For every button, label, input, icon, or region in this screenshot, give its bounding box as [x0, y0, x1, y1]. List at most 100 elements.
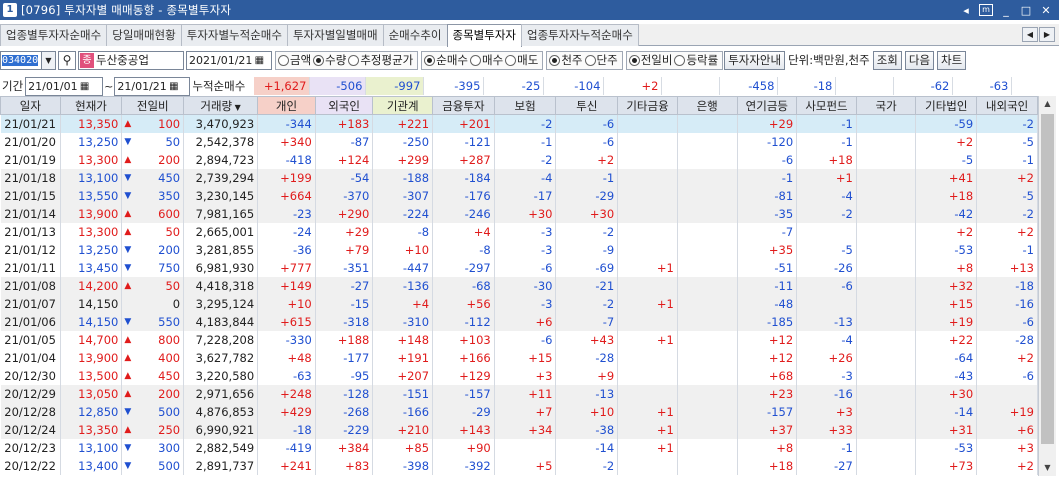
- buy-sell-radio-group: 순매수 매수 매도: [421, 50, 544, 70]
- vertical-scrollbar[interactable]: ▲ ▼: [1038, 96, 1056, 476]
- table-cell: [617, 222, 678, 241]
- from-date-input[interactable]: 21/01/01 ▦: [25, 76, 104, 96]
- table-cell: [617, 204, 678, 223]
- scroll-up-icon[interactable]: ▲: [1039, 96, 1056, 112]
- table-row[interactable]: 21/01/13 13,300 ▲ 50 2,665,001 -24 +29 -8 +4 -3 -2…: [0, 222, 1038, 241]
- investor-table[interactable]: 일자 현재가 전일비 거래량 ▼ 개인 외국인 기관계 금융투자 보험 투신 기타금융 은행 연기금등 사…: [0, 96, 1038, 476]
- code-dropdown-icon[interactable]: ▼: [42, 50, 56, 70]
- stock-code-input[interactable]: 034020: [0, 50, 42, 70]
- table-row[interactable]: 21/01/15 13,550 ▼ 350 3,230,145 +664 -370 -307-…: [0, 186, 1038, 205]
- column-header[interactable]: 사모펀드: [796, 96, 857, 115]
- up-arrow-icon: ▲: [124, 118, 132, 129]
- column-header[interactable]: 은행: [676, 96, 738, 115]
- date-input[interactable]: 2021/01/21 ▦: [186, 50, 272, 70]
- radio-buy_sell-0[interactable]: 순매수: [424, 52, 468, 68]
- table-row[interactable]: 20/12/29 13,050 ▲ 200 2,971,656 +248 -128 -151-…: [0, 384, 1038, 403]
- tab-prev-icon[interactable]: ◀: [1022, 27, 1038, 42]
- table-row[interactable]: 21/01/04 13,900 ▲ 400 3,627,782 +48 -177 +191 +1…: [0, 348, 1038, 367]
- scroll-down-icon[interactable]: ▼: [1039, 460, 1056, 476]
- column-header[interactable]: 금융투자: [432, 96, 495, 115]
- minimize-icon[interactable]: _: [999, 4, 1013, 17]
- table-row[interactable]: 20/12/28 12,850 ▼ 500 4,876,853 +429 -268 -166-…: [0, 402, 1038, 421]
- tab-0[interactable]: 업종별투자자순매수: [0, 24, 108, 46]
- column-header[interactable]: 외국인: [314, 96, 374, 115]
- table-row[interactable]: 20/12/24 13,350 ▲ 250 6,990,921 -18 -229 +210 +1…: [0, 420, 1038, 439]
- column-header[interactable]: 보험: [493, 96, 557, 115]
- tab-5[interactable]: 종목별투자자: [446, 24, 522, 47]
- table-row[interactable]: 21/01/20 13,250 ▼ 50 2,542,378 +340 -87 -250 -12…: [0, 132, 1038, 151]
- sort-dropdown-icon[interactable]: ▼: [232, 103, 241, 112]
- table-row[interactable]: 20/12/23 13,100 ▼ 300 2,882,549 -419 +384 +85 +9…: [0, 438, 1038, 457]
- table-cell: 3,230,145: [183, 186, 259, 205]
- table-row[interactable]: 21/01/21 13,350 ▲ 100 3,470,923 -344 +183 +221 +…: [0, 114, 1038, 133]
- column-header[interactable]: 기타금융: [617, 96, 678, 115]
- column-header[interactable]: 현재가: [59, 96, 123, 115]
- table-row[interactable]: 21/01/18 13,100 ▼ 450 2,739,294 +199 -54 -188 -1…: [0, 168, 1038, 187]
- table-cell: [617, 168, 678, 187]
- table-cell: 13,900: [60, 204, 123, 223]
- table-cell: [856, 132, 917, 151]
- radio-amt_qty-2[interactable]: 추정평균가: [348, 52, 413, 68]
- table-row[interactable]: 21/01/06 14,150 ▼ 550 4,183,844 +615 -318 -310-…: [0, 312, 1038, 331]
- tab-4[interactable]: 순매수추이: [382, 24, 448, 46]
- tab-6[interactable]: 업종투자자누적순매수: [520, 24, 639, 46]
- change-cell: ▲ 400: [121, 348, 185, 367]
- search-icon[interactable]: ⚲: [58, 50, 76, 70]
- table-row[interactable]: 21/01/14 13,900 ▲ 600 7,981,165 -23 +290 -224 -2…: [0, 204, 1038, 223]
- next-button[interactable]: 다음: [904, 50, 935, 70]
- column-header[interactable]: 기관계: [372, 96, 434, 115]
- radio-unit_opt-1[interactable]: 단주: [584, 52, 618, 68]
- table-row[interactable]: 21/01/07 14,150 0 3,295,124 +10 -15 +4 +56 -3 -2 +…: [0, 294, 1038, 313]
- stock-name-field[interactable]: 종 두산중공업: [78, 50, 184, 70]
- prev-window-icon[interactable]: ◂: [959, 4, 973, 17]
- menu-icon[interactable]: m: [979, 4, 993, 16]
- scroll-thumb[interactable]: [1041, 114, 1054, 444]
- column-header[interactable]: 기타법인: [915, 96, 978, 115]
- table-row[interactable]: 21/01/11 13,450 ▼ 750 6,981,930 +777 -351 -447-…: [0, 258, 1038, 277]
- maximize-icon[interactable]: □: [1019, 4, 1033, 17]
- table-row[interactable]: 21/01/19 13,300 ▲ 200 2,894,723 -418 +124 +299 +…: [0, 150, 1038, 169]
- tab-next-icon[interactable]: ▶: [1039, 27, 1055, 42]
- calendar-icon[interactable]: ▦: [78, 78, 92, 95]
- chart-button[interactable]: 차트: [937, 50, 967, 70]
- calendar-icon[interactable]: ▦: [167, 78, 181, 95]
- column-header[interactable]: 일자: [0, 96, 61, 115]
- tab-1[interactable]: 당일매매현황: [106, 24, 182, 46]
- up-arrow-icon: ▲: [124, 424, 132, 435]
- radio-unit_opt-0[interactable]: 천주: [549, 52, 583, 68]
- table-cell: [617, 150, 678, 169]
- radio-cmp_opt-1[interactable]: 등락률: [674, 52, 718, 68]
- radio-amt_qty-0[interactable]: 금액: [278, 52, 311, 68]
- radio-cmp_opt-0[interactable]: 전일비: [628, 52, 672, 68]
- table-cell: -1: [976, 150, 1038, 169]
- column-header[interactable]: 전일비: [121, 96, 185, 115]
- close-icon[interactable]: ✕: [1039, 4, 1053, 17]
- table-cell: [856, 168, 917, 187]
- radio-buy_sell-2[interactable]: 매도: [505, 52, 538, 68]
- column-header[interactable]: 연기금등: [736, 96, 798, 115]
- table-cell: -2: [555, 456, 619, 475]
- column-header[interactable]: 개인: [257, 96, 316, 115]
- column-header[interactable]: 국가: [855, 96, 917, 115]
- table-row[interactable]: 20/12/30 13,500 ▲ 450 3,220,580 -63 -95 +207 +12…: [0, 366, 1038, 385]
- table-row[interactable]: 21/01/08 14,200 ▲ 50 4,418,318 +149 -27 -136 -68…: [0, 276, 1038, 295]
- investor-guide-button[interactable]: 투자자안내: [724, 50, 786, 70]
- tab-3[interactable]: 투자자별일별매매: [286, 24, 384, 46]
- table-cell: +30: [494, 204, 557, 223]
- column-header[interactable]: 거래량 ▼: [183, 96, 259, 115]
- table-cell: 2,882,549: [183, 438, 259, 457]
- column-header[interactable]: 내외국인: [976, 96, 1038, 115]
- tab-2[interactable]: 투자자별누적순매수: [180, 24, 288, 46]
- table-cell: -24: [257, 222, 316, 241]
- column-header[interactable]: 투신: [555, 96, 619, 115]
- table-row[interactable]: 21/01/12 13,250 ▼ 200 3,281,855 -36 +79 +10 -8 -3…: [0, 240, 1038, 259]
- calendar-icon[interactable]: ▦: [252, 52, 266, 69]
- query-button[interactable]: 조회: [872, 50, 902, 70]
- table-row[interactable]: 20/12/22 13,400 ▼ 500 2,891,737 +241 +83 -398 -3…: [0, 456, 1038, 475]
- radio-amt_qty-1[interactable]: 수량: [313, 52, 346, 68]
- radio-buy_sell-1[interactable]: 매수: [470, 52, 503, 68]
- radio-circle-icon: [470, 54, 481, 66]
- table-cell: -6: [976, 312, 1038, 331]
- table-row[interactable]: 21/01/05 14,700 ▲ 800 7,228,208 -330 +188 +148 +…: [0, 330, 1038, 349]
- to-date-input[interactable]: 21/01/21 ▦: [114, 76, 191, 96]
